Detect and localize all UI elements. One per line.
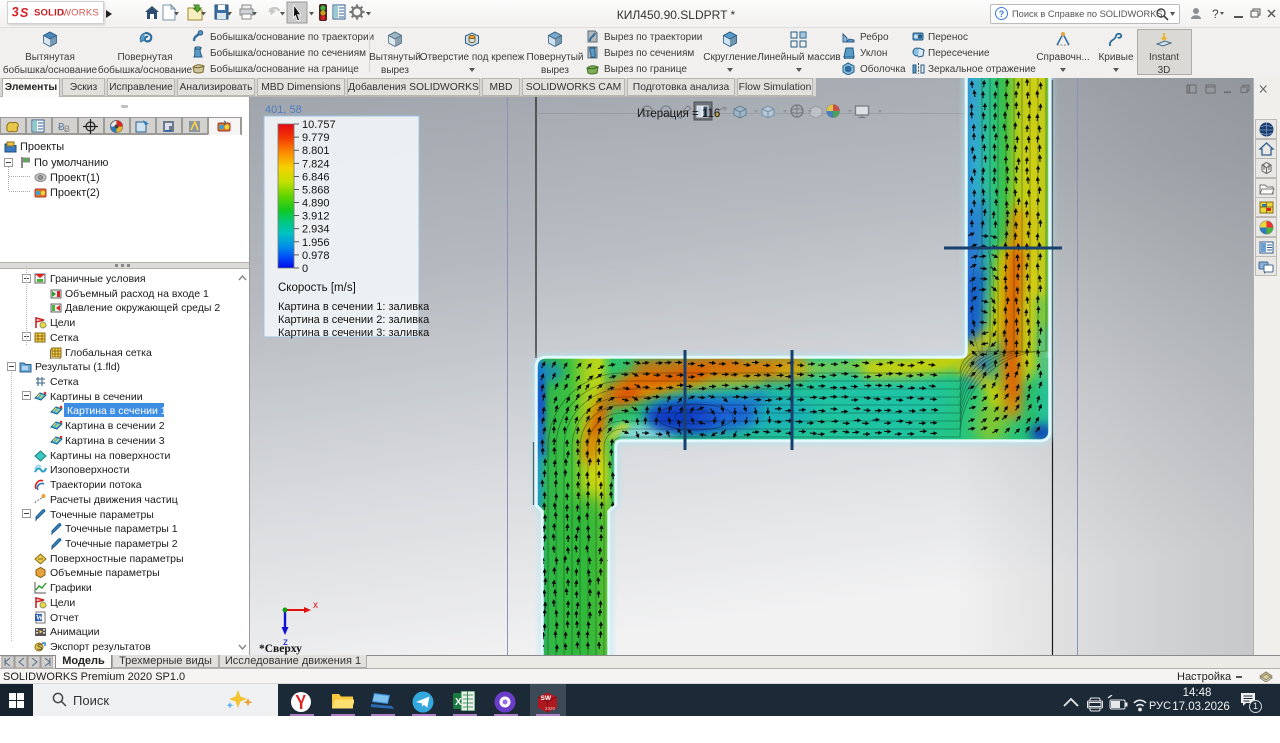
svg-text:2020: 2020	[545, 706, 556, 711]
svg-text:0: 0	[302, 263, 308, 275]
svg-text:Картина в сечении 1: заливка: Картина в сечении 1: заливка	[278, 301, 430, 313]
svg-text:4.890: 4.890	[302, 198, 330, 210]
svg-text:?: ?	[1212, 7, 1219, 21]
svg-text:x: x	[313, 600, 318, 611]
svg-text:Ƀ: Ƀ	[64, 124, 70, 134]
svg-text:Итерация = 116: Итерация = 116	[637, 108, 720, 120]
svg-text:S: S	[20, 6, 29, 20]
svg-text:5.868: 5.868	[302, 184, 330, 196]
svg-text:0.978: 0.978	[302, 250, 330, 262]
svg-text:Картина в сечении 3: заливка: Картина в сечении 3: заливка	[278, 327, 430, 339]
svg-text:8.801: 8.801	[302, 145, 330, 157]
svg-text:1.956: 1.956	[302, 237, 330, 249]
svg-text:9.779: 9.779	[302, 132, 330, 144]
svg-text:X: X	[455, 697, 462, 708]
svg-text:W: W	[36, 614, 43, 622]
svg-text:WORKS: WORKS	[62, 8, 99, 19]
svg-text:РУС: РУС	[1149, 700, 1171, 712]
svg-text:3.912: 3.912	[302, 211, 330, 223]
svg-text:SOLID: SOLID	[34, 8, 64, 19]
svg-text:SW: SW	[541, 695, 552, 702]
svg-text:Скорость [m/s]: Скорость [m/s]	[278, 282, 356, 294]
svg-text:S: S	[37, 643, 42, 652]
svg-text:7.824: 7.824	[302, 158, 330, 170]
svg-text:401, 58: 401, 58	[265, 104, 302, 116]
svg-text:10.757: 10.757	[302, 119, 336, 131]
svg-text:2.934: 2.934	[302, 224, 330, 236]
svg-text:*Сверху: *Сверху	[259, 643, 302, 655]
svg-text:3: 3	[11, 4, 21, 20]
svg-text:Картина в сечении 2: заливка: Картина в сечении 2: заливка	[278, 314, 430, 326]
svg-text:6.846: 6.846	[302, 171, 330, 183]
